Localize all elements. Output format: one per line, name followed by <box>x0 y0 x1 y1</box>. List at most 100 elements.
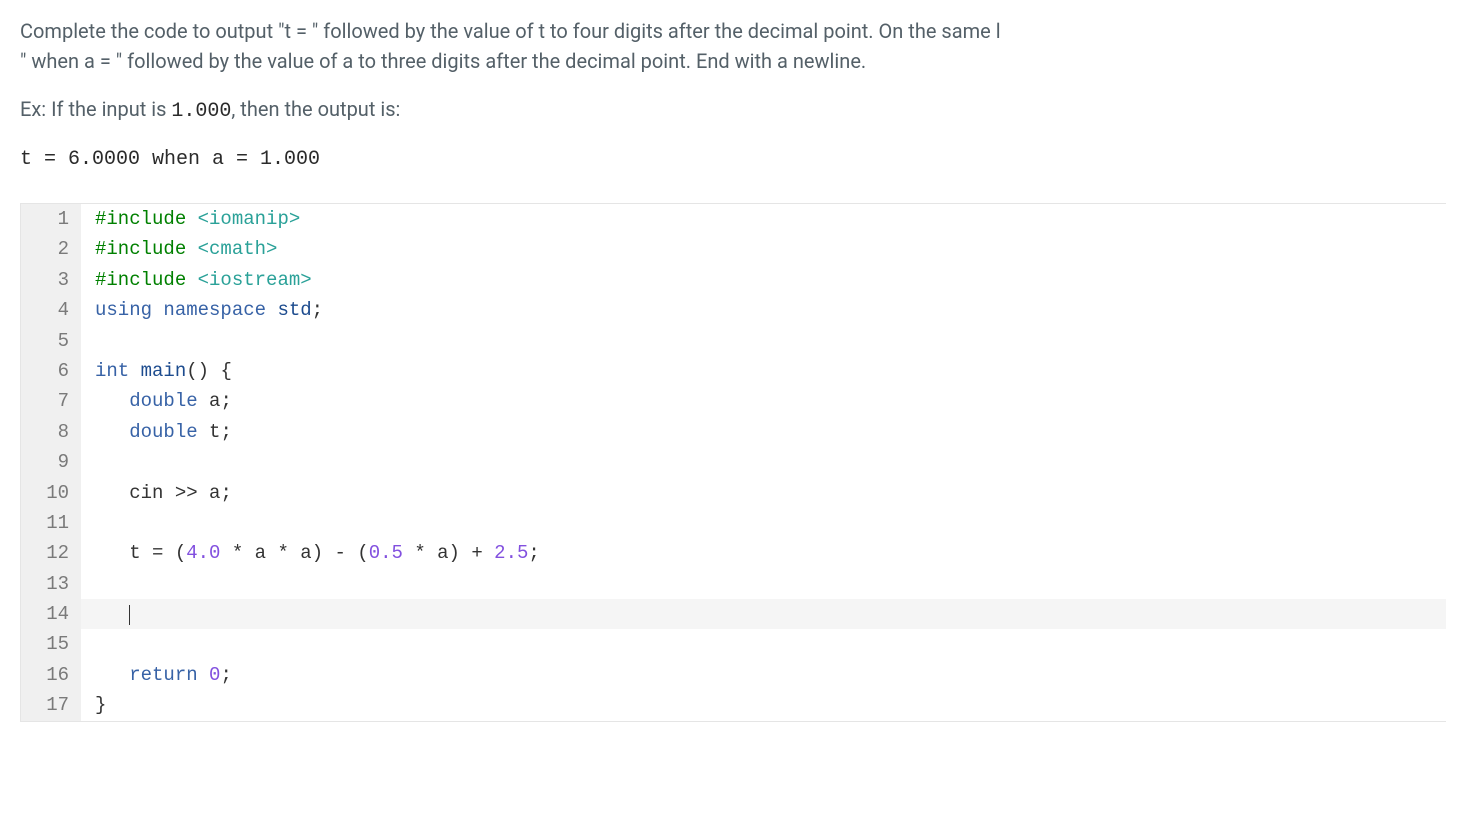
example-prefix: Ex: If the input is <box>20 97 171 121</box>
code-token: t <box>95 542 152 564</box>
code-token: a <box>243 542 277 564</box>
line-number: 1 <box>21 204 81 234</box>
code-token <box>186 208 197 230</box>
code-line[interactable]: 17} <box>21 690 1446 720</box>
code-token: + <box>471 542 482 564</box>
code-token <box>129 360 140 382</box>
line-number: 6 <box>21 356 81 386</box>
line-number: 12 <box>21 538 81 568</box>
code-content[interactable]: t = (4.0 * a * a) - (0.5 * a) + 2.5; <box>81 538 1446 568</box>
code-line[interactable]: 8 double t; <box>21 417 1446 447</box>
code-content[interactable] <box>81 326 1446 356</box>
code-token: int <box>95 360 129 382</box>
code-token: <cmath> <box>198 238 278 260</box>
code-token: double <box>129 390 197 412</box>
code-line[interactable]: 14 <box>21 599 1446 629</box>
code-line[interactable]: 10 cin >> a; <box>21 478 1446 508</box>
line-number: 17 <box>21 690 81 720</box>
code-token: ; <box>528 542 539 564</box>
cursor-icon <box>129 605 130 625</box>
line-number: 5 <box>21 326 81 356</box>
code-content[interactable]: } <box>81 690 1446 720</box>
code-content[interactable]: double a; <box>81 386 1446 416</box>
code-line[interactable]: 3#include <iostream> <box>21 265 1446 295</box>
code-token <box>403 542 414 564</box>
code-token <box>198 664 209 686</box>
code-token <box>152 299 163 321</box>
code-token <box>95 421 129 443</box>
code-token: ( <box>346 542 369 564</box>
code-token <box>483 542 494 564</box>
code-line[interactable]: 5 <box>21 326 1446 356</box>
code-line[interactable]: 2#include <cmath> <box>21 234 1446 264</box>
code-content[interactable]: #include <cmath> <box>81 234 1446 264</box>
line-number: 14 <box>21 599 81 629</box>
code-token: #include <box>95 269 186 291</box>
code-content[interactable] <box>81 508 1446 538</box>
code-line[interactable]: 13 <box>21 569 1446 599</box>
code-line[interactable]: 4using namespace std; <box>21 295 1446 325</box>
code-content[interactable]: double t; <box>81 417 1446 447</box>
line-number: 10 <box>21 478 81 508</box>
line-number: 15 <box>21 629 81 659</box>
code-line[interactable]: 11 <box>21 508 1446 538</box>
code-token: namespace <box>163 299 266 321</box>
code-token <box>95 664 129 686</box>
code-line[interactable]: 1#include <iomanip> <box>21 204 1446 234</box>
code-token: #include <box>95 238 186 260</box>
line-number: 13 <box>21 569 81 599</box>
code-line[interactable]: 16 return 0; <box>21 660 1446 690</box>
code-token <box>186 238 197 260</box>
line-number: 16 <box>21 660 81 690</box>
code-content[interactable]: return 0; <box>81 660 1446 690</box>
code-token <box>266 299 277 321</box>
code-token: cin <box>95 482 175 504</box>
code-content[interactable]: using namespace std; <box>81 295 1446 325</box>
example-suffix: , then the output is: <box>231 97 400 121</box>
code-token: ; <box>220 664 231 686</box>
code-token: a) <box>426 542 472 564</box>
example-line: Ex: If the input is 1.000, then the outp… <box>20 94 1446 127</box>
code-token <box>95 603 129 625</box>
line-number: 3 <box>21 265 81 295</box>
code-token: using <box>95 299 152 321</box>
code-token: >> <box>175 482 198 504</box>
code-token: = <box>152 542 163 564</box>
code-content[interactable] <box>81 599 1446 629</box>
code-token: double <box>129 421 197 443</box>
code-content[interactable]: #include <iostream> <box>81 265 1446 295</box>
line-number: 4 <box>21 295 81 325</box>
code-editor[interactable]: 1#include <iomanip>2#include <cmath>3#in… <box>20 203 1446 722</box>
code-token: * <box>277 542 288 564</box>
code-content[interactable]: cin >> a; <box>81 478 1446 508</box>
line-number: 11 <box>21 508 81 538</box>
example-input: 1.000 <box>171 100 231 123</box>
code-token: ; <box>312 299 323 321</box>
code-content[interactable] <box>81 629 1446 659</box>
code-token: 0 <box>209 664 220 686</box>
instruction-line-1: Complete the code to output "t = " follo… <box>20 19 1001 43</box>
code-token <box>220 542 231 564</box>
code-token: t; <box>198 421 232 443</box>
code-token: main <box>141 360 187 382</box>
code-line[interactable]: 12 t = (4.0 * a * a) - (0.5 * a) + 2.5; <box>21 538 1446 568</box>
code-token: - <box>335 542 346 564</box>
code-token: } <box>95 694 106 716</box>
code-content[interactable]: int main() { <box>81 356 1446 386</box>
code-token: 4.0 <box>186 542 220 564</box>
code-content[interactable]: #include <iomanip> <box>81 204 1446 234</box>
code-token: a) <box>289 542 335 564</box>
line-number: 2 <box>21 234 81 264</box>
code-line[interactable]: 15 <box>21 629 1446 659</box>
code-content[interactable] <box>81 447 1446 477</box>
code-token: #include <box>95 208 186 230</box>
code-token: * <box>232 542 243 564</box>
code-content[interactable] <box>81 569 1446 599</box>
line-number: 9 <box>21 447 81 477</box>
instruction-line-2: " when a = " followed by the value of a … <box>20 49 866 73</box>
code-token: a; <box>198 390 232 412</box>
code-line[interactable]: 7 double a; <box>21 386 1446 416</box>
code-line[interactable]: 6int main() { <box>21 356 1446 386</box>
code-token: () { <box>186 360 232 382</box>
code-line[interactable]: 9 <box>21 447 1446 477</box>
